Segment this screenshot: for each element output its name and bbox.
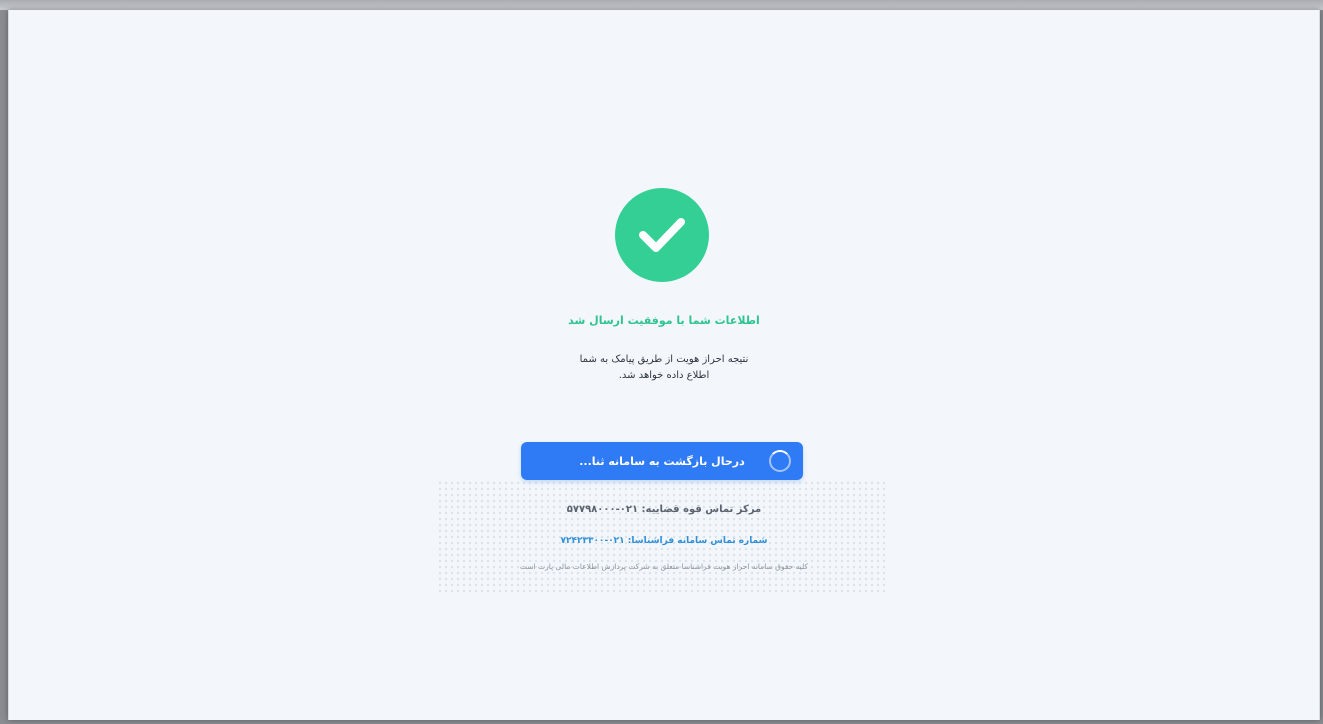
success-panel: اطلاعات شما با موفقیت ارسال شد نتیجه احر… — [9, 10, 1319, 720]
judiciary-contact-text: مرکز تماس قوه قضاییه: ۰۲۱-۵۷۷۹۸۰۰۰ — [566, 504, 762, 515]
farashenasa-contact-text: شماره تماس سامانه فراشناسا: ۰۲۱-۷۲۴۲۳۳۰۰ — [560, 536, 768, 546]
check-icon — [639, 218, 685, 252]
copyright-text: کلیه حقوق سامانه احراز هویت فراشناسا متع… — [520, 562, 808, 571]
window-top-strip — [0, 0, 1323, 10]
return-to-sana-button[interactable]: درحال بازگشت به سامانه ثنا... — [521, 442, 803, 480]
success-title: اطلاعات شما با موفقیت ارسال شد — [568, 314, 760, 327]
page-container: اطلاعات شما با موفقیت ارسال شد نتیجه احر… — [8, 10, 1320, 720]
success-message: نتیجه احراز هویت از طریق پیامک به شما اط… — [529, 352, 799, 384]
success-message-line-1: نتیجه احراز هویت از طریق پیامک به شما — [579, 354, 749, 365]
return-button-label: درحال بازگشت به سامانه ثنا... — [579, 454, 745, 468]
loading-spinner-icon — [769, 450, 791, 472]
success-message-line-2: اطلاع داده خواهد شد. — [618, 370, 710, 381]
success-badge — [615, 188, 709, 282]
